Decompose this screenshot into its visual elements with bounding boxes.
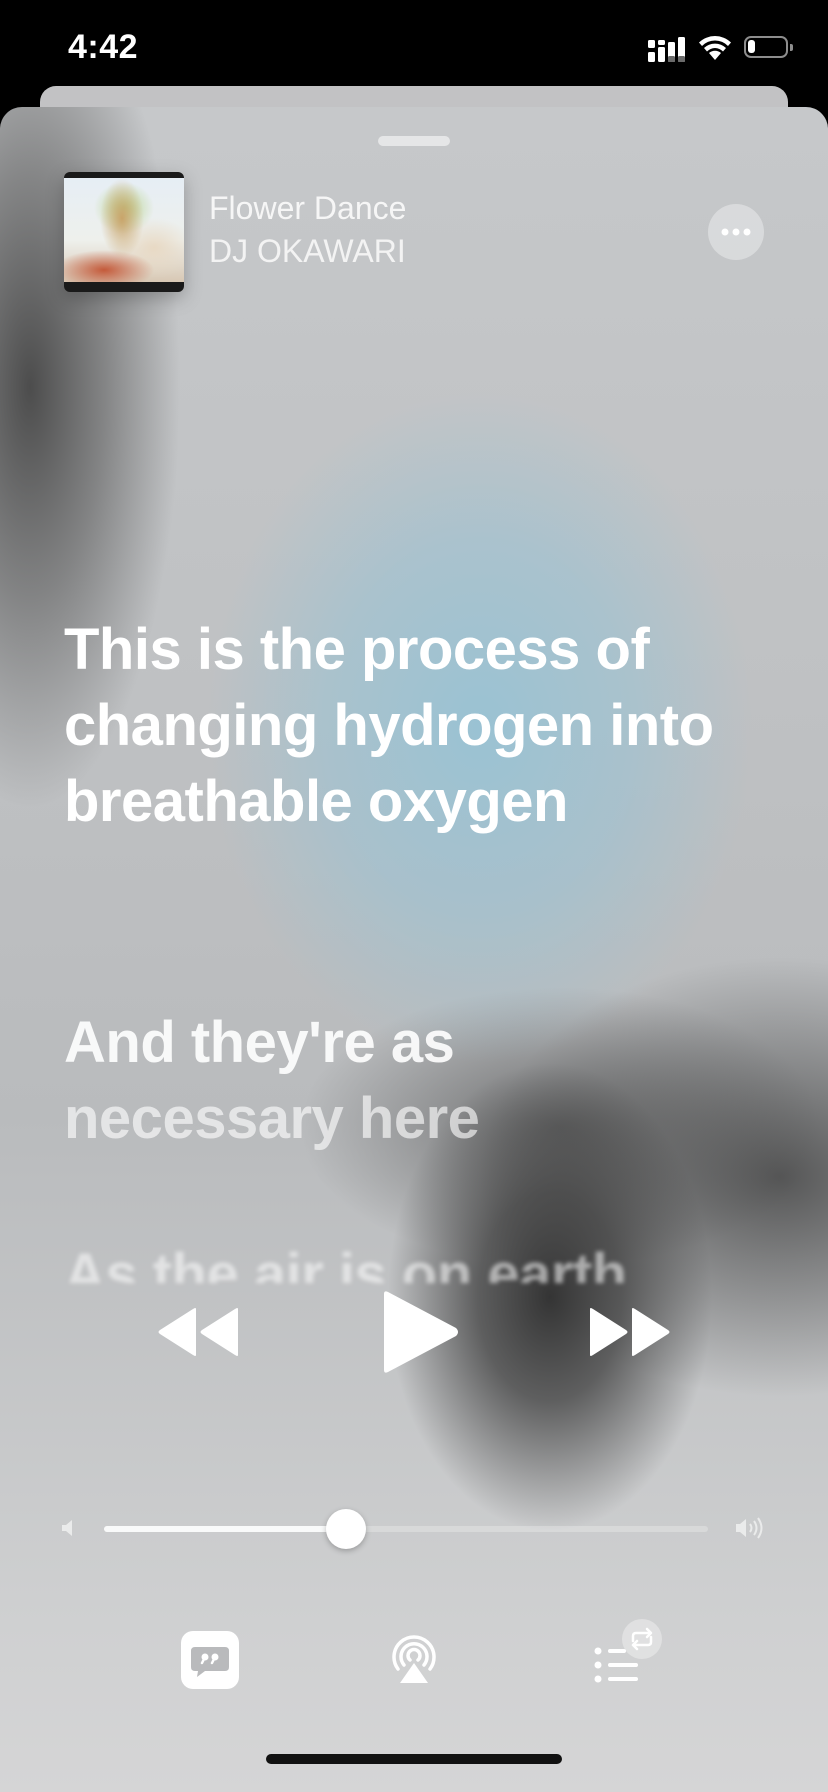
more-options-button[interactable] [708,204,764,260]
lyric-next-line-part2: necessary here [64,1086,480,1151]
wifi-icon [699,36,731,60]
airplay-icon [392,1635,436,1683]
now-playing-sheet: Flower Dance DJ OKAWARI This is the proc… [0,107,828,1792]
play-button[interactable] [380,1290,460,1374]
battery-level [748,40,755,53]
album-artwork[interactable] [64,172,184,292]
speaker-low-icon [62,1520,72,1536]
ellipsis-icon [721,228,751,236]
sheet-grabber[interactable] [378,136,450,146]
song-title[interactable]: Flower Dance [209,190,406,227]
battery-icon [744,36,793,58]
volume-slider[interactable] [104,1509,708,1549]
album-artwork-image [64,178,184,282]
queue-button[interactable] [594,1647,642,1683]
volume-fill [104,1526,346,1532]
status-time: 4:42 [68,28,139,66]
cellular-signal-icon [648,37,685,62]
lyric-following-line[interactable]: As the air is on earth [64,1237,764,1283]
lyric-next-line[interactable]: And they're as necessary here [64,1005,764,1157]
lyrics-quote-icon [191,1647,229,1677]
rewind-button[interactable] [156,1307,240,1357]
lyrics-button[interactable] [181,1631,239,1689]
status-bar: 4:42 [0,0,828,100]
artist-name[interactable]: DJ OKAWARI [209,233,406,270]
fast-forward-button[interactable] [588,1307,672,1357]
queue-list-icon [594,1647,638,1683]
lyric-current-line[interactable]: This is the process of changing hydrogen… [64,612,764,840]
speaker-high-icon [736,1517,763,1539]
volume-thumb[interactable] [325,1509,366,1549]
airplay-button[interactable] [390,1633,438,1685]
lyric-next-line-part1: And they're as [64,1010,455,1075]
home-indicator[interactable] [266,1754,562,1764]
status-icons [648,32,793,66]
